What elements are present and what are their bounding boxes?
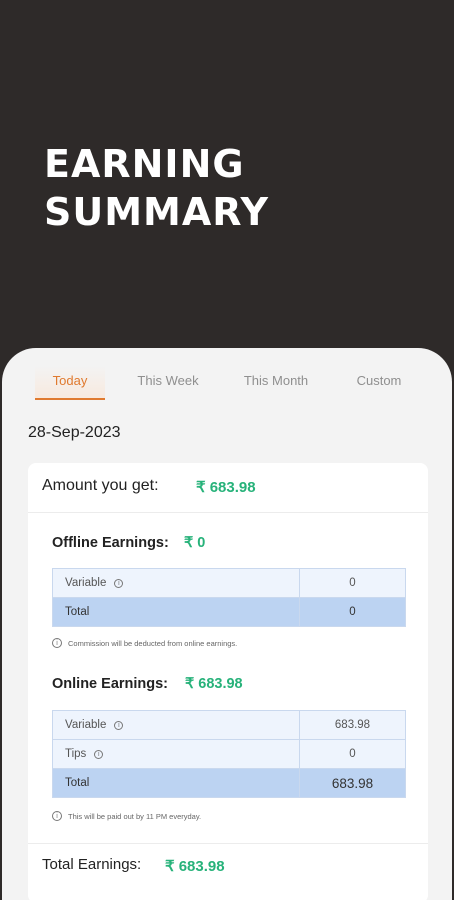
row-value: 0 [299, 568, 406, 598]
offline-earnings-table: Variable i 0 Total 0 [52, 568, 406, 627]
offline-note-text: Commission will be deducted from online … [68, 639, 238, 648]
total-value: 0 [299, 597, 406, 627]
total-earnings-label: Total Earnings: [42, 856, 142, 873]
period-tabs: Today This Week This Month Custom [2, 366, 452, 402]
divider [28, 843, 428, 844]
summary-sheet: Today This Week This Month Custom 28-Sep… [2, 348, 452, 900]
selected-date: 28-Sep-2023 [28, 424, 121, 441]
table-row: Tips i 0 [52, 739, 406, 769]
tab-this-month[interactable]: This Month [234, 366, 318, 402]
total-label: Total [52, 597, 300, 627]
row-value: 683.98 [299, 710, 406, 740]
online-note-text: This will be paid out by 11 PM everyday. [68, 812, 202, 821]
total-value: 683.98 [299, 768, 406, 798]
table-row: Variable i 683.98 [52, 710, 406, 740]
online-earnings-title: Online Earnings: [52, 676, 169, 692]
row-label-cell: Variable i [52, 710, 300, 740]
row-value: 0 [299, 739, 406, 769]
row-label: Variable [65, 577, 107, 589]
info-icon: i [52, 638, 62, 648]
online-note: i This will be paid out by 11 PM everyday… [52, 811, 201, 821]
table-total-row: Total 0 [52, 597, 406, 627]
row-label: Variable [65, 719, 107, 731]
total-label: Total [52, 768, 300, 798]
amount-label: Amount you get: [42, 477, 159, 494]
info-icon[interactable]: i [114, 579, 124, 588]
earnings-card: Amount you get: ₹ 683.98 Offline Earning… [28, 463, 428, 900]
divider [28, 512, 428, 513]
table-row: Variable i 0 [52, 568, 406, 598]
table-total-row: Total 683.98 [52, 768, 406, 798]
tab-custom[interactable]: Custom [346, 366, 412, 402]
offline-earnings-title: Offline Earnings: [52, 535, 169, 551]
info-icon[interactable]: i [94, 750, 104, 759]
row-label-cell: Tips i [52, 739, 300, 769]
tab-this-week[interactable]: This Week [128, 366, 208, 402]
page-title: EARNING SUMMARY [44, 142, 269, 234]
total-earnings-value: ₹ 683.98 [165, 858, 225, 875]
info-icon: i [52, 811, 62, 821]
online-earnings-table: Variable i 683.98 Tips i 0 Total 683.98 [52, 710, 406, 798]
online-earnings-value: ₹ 683.98 [185, 676, 243, 692]
offline-note: i Commission will be deducted from online… [52, 638, 237, 648]
offline-earnings-value: ₹ 0 [184, 535, 206, 551]
amount-value: ₹ 683.98 [196, 479, 256, 496]
info-icon[interactable]: i [114, 721, 124, 730]
row-label: Tips [65, 748, 87, 760]
row-label-cell: Variable i [52, 568, 300, 598]
tab-today[interactable]: Today [35, 366, 105, 402]
